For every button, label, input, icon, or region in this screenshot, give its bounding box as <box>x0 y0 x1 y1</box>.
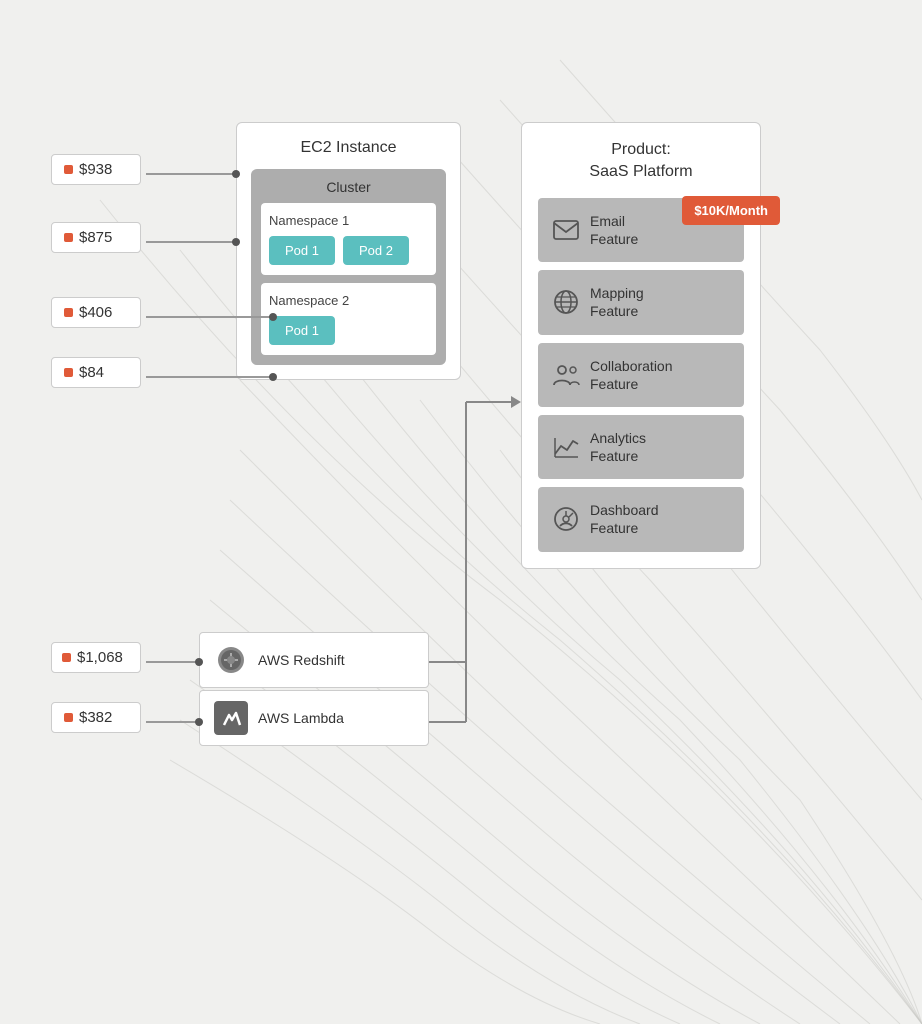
globe-icon <box>552 288 580 316</box>
feature-mapping: MappingFeature <box>538 270 744 334</box>
product-wrapper: Product:SaaS Platform $10K/Month EmailFe… <box>521 122 761 569</box>
feature-collaboration-label: CollaborationFeature <box>590 357 673 393</box>
namespace2-box: Namespace 2 Pod 1 <box>261 283 436 355</box>
pod2-box: Pod 2 <box>343 236 409 265</box>
cluster-box: Cluster Namespace 1 Pod 1 Pod 2 Namespac… <box>251 169 446 365</box>
cost-box-938: $938 <box>51 154 141 185</box>
price-badge: $10K/Month <box>682 196 780 225</box>
feature-analytics: AnalyticsFeature <box>538 415 744 479</box>
cost-box-1068: $1,068 <box>51 642 141 673</box>
dashboard-icon <box>552 505 580 533</box>
cost-box-406: $406 <box>51 297 141 328</box>
lambda-icon <box>214 701 248 735</box>
feature-mapping-label: MappingFeature <box>590 284 644 320</box>
feature-analytics-label: AnalyticsFeature <box>590 429 646 465</box>
namespace2-title: Namespace 2 <box>269 293 428 308</box>
lambda-label: AWS Lambda <box>258 710 344 726</box>
ec2-instance-box: EC2 Instance Cluster Namespace 1 Pod 1 P… <box>236 122 461 380</box>
feature-dashboard-label: DashboardFeature <box>590 501 659 537</box>
lambda-box: AWS Lambda <box>199 690 429 746</box>
feature-collaboration: CollaborationFeature <box>538 343 744 407</box>
redshift-box: AWS Redshift <box>199 632 429 688</box>
feature-dashboard: DashboardFeature <box>538 487 744 551</box>
redshift-label: AWS Redshift <box>258 652 345 668</box>
cluster-title: Cluster <box>261 179 436 195</box>
pod1-box: Pod 1 <box>269 236 335 265</box>
cost-box-84: $84 <box>51 357 141 388</box>
people-icon <box>552 361 580 389</box>
pod1-ns2-box: Pod 1 <box>269 316 335 345</box>
cost-box-875: $875 <box>51 222 141 253</box>
feature-email-label: EmailFeature <box>590 212 638 248</box>
product-title: Product:SaaS Platform <box>538 139 744 184</box>
email-icon <box>552 216 580 244</box>
ec2-title: EC2 Instance <box>251 139 446 157</box>
namespace1-box: Namespace 1 Pod 1 Pod 2 <box>261 203 436 275</box>
chart-icon <box>552 433 580 461</box>
redshift-icon <box>214 643 248 677</box>
namespace1-title: Namespace 1 <box>269 213 428 228</box>
cost-box-382: $382 <box>51 702 141 733</box>
